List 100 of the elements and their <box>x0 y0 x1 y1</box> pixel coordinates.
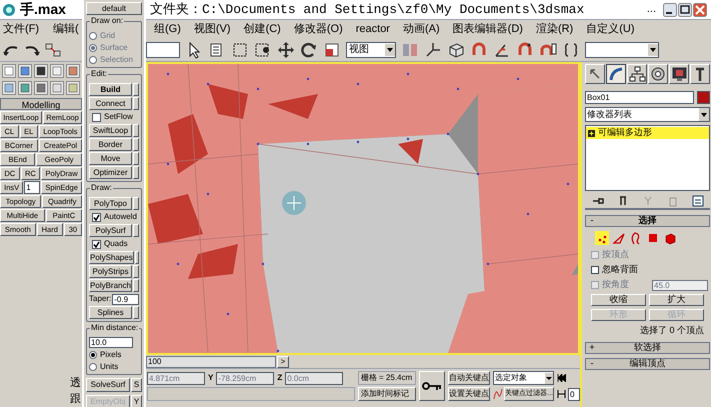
rollout-header[interactable]: Modelling <box>0 98 82 110</box>
minimize-icon[interactable] <box>663 2 677 16</box>
checkbox[interactable] <box>92 112 101 122</box>
checkbox[interactable] <box>591 266 599 274</box>
option-toggle[interactable] <box>133 265 139 278</box>
object-color-swatch[interactable] <box>697 90 710 104</box>
rollout-header[interactable]: + 软选择 <box>585 342 710 354</box>
option-toggle[interactable] <box>134 251 139 264</box>
spinner-field[interactable]: 10.0 <box>89 337 133 348</box>
object-name-field[interactable]: Box01 <box>585 90 694 104</box>
stack-item[interactable]: 可编辑多边形 <box>586 127 709 139</box>
spinner-field[interactable]: -0.9 <box>112 294 139 304</box>
option-toggle[interactable] <box>133 97 139 110</box>
option-label: Grid <box>100 30 116 42</box>
preset-button[interactable]: default <box>86 2 142 15</box>
arrow-tab-icon[interactable] <box>585 64 605 84</box>
menu-item[interactable]: reactor <box>356 20 390 38</box>
add-time-tag-button[interactable]: 添加时间标记 <box>358 387 416 401</box>
curve-tab-icon[interactable] <box>606 64 626 84</box>
tool-button[interactable]: Border <box>89 138 132 151</box>
dashed-circle-square-icon[interactable] <box>254 40 272 58</box>
dashed-square-icon[interactable] <box>231 40 249 58</box>
configure-icon[interactable] <box>692 195 704 207</box>
checkbox[interactable] <box>92 240 101 248</box>
menu-item[interactable]: 动画(A) <box>402 20 440 38</box>
menu-item[interactable]: 自定义(U) <box>586 20 634 38</box>
cube-icon[interactable] <box>663 231 677 245</box>
tool-button[interactable]: Move <box>89 152 132 165</box>
option-toggle[interactable] <box>133 152 139 165</box>
option-toggle[interactable] <box>133 197 139 210</box>
tool-button[interactable]: PolySurf <box>89 224 132 237</box>
box-icon[interactable] <box>447 40 465 58</box>
go-to-start-icon[interactable] <box>557 374 566 382</box>
vertex-dots-icon[interactable] <box>595 231 609 245</box>
tool-button[interactable]: Splines <box>89 306 132 319</box>
hammer-tab-icon[interactable] <box>690 64 710 84</box>
tool-button[interactable]: Optimizer <box>89 166 132 179</box>
tool-button[interactable]: PolyShapes <box>89 251 134 264</box>
expand-icon[interactable] <box>588 130 595 136</box>
tool-button[interactable]: Build <box>89 83 132 96</box>
rollout-header[interactable]: - 编辑顶点 <box>585 358 710 370</box>
spinner-field[interactable]: 1 <box>24 181 40 194</box>
menu-item[interactable]: 编辑( <box>52 20 80 38</box>
option-toggle[interactable] <box>133 138 139 151</box>
tool-icon[interactable] <box>18 64 32 78</box>
tool-button[interactable]: Connect <box>89 97 132 110</box>
option-toggle[interactable] <box>133 83 139 96</box>
view-dropdown[interactable]: 视图 <box>346 42 396 58</box>
menu-item[interactable]: 修改器(O) <box>294 20 343 38</box>
option-toggle[interactable] <box>133 306 139 319</box>
selection-button[interactable]: 收缩 <box>591 294 646 306</box>
tool-button[interactable]: PolyBranch <box>89 279 132 292</box>
menu-item[interactable]: 组(G) <box>154 20 181 38</box>
dropdown-field[interactable] <box>146 42 180 58</box>
tool-button[interactable]: PolyTopo <box>89 197 132 210</box>
checkbox[interactable] <box>92 212 101 222</box>
curve-icon <box>493 388 504 400</box>
menu-item[interactable]: 创建(C) <box>244 20 281 38</box>
tool-button[interactable]: PolyStrips <box>89 265 132 278</box>
selection-button[interactable]: 扩大 <box>649 294 704 306</box>
tool-button[interactable]: S <box>131 378 142 392</box>
pin-icon[interactable] <box>592 195 604 207</box>
maximize-icon[interactable] <box>678 2 692 16</box>
option-toggle[interactable] <box>133 279 139 292</box>
radio-button[interactable] <box>89 350 97 358</box>
hierarchy-tab-icon[interactable] <box>627 64 647 84</box>
next-button[interactable]: > <box>277 356 289 368</box>
scale-icon[interactable] <box>323 40 341 58</box>
rollout-header[interactable]: - 选择 <box>585 215 710 227</box>
tool-icon[interactable] <box>34 81 48 95</box>
square-icon[interactable] <box>646 231 660 245</box>
tool-button[interactable]: SwiftLoop <box>89 124 132 137</box>
braces-icon[interactable] <box>562 40 580 58</box>
tool-button[interactable]: SolveSurf <box>86 378 130 392</box>
move-arrows-icon[interactable] <box>277 40 295 58</box>
key-mode-dropdown[interactable]: 选定对象 <box>493 371 554 385</box>
rotate-icon[interactable] <box>300 40 318 58</box>
option-toggle[interactable] <box>133 166 139 179</box>
axis-icon[interactable] <box>424 40 442 58</box>
selection-set-dropdown[interactable] <box>585 42 659 58</box>
modifier-list-dropdown[interactable]: 修改器列表 <box>585 107 710 122</box>
edge-icon[interactable] <box>612 231 626 245</box>
menu-item[interactable]: 视图(V) <box>194 20 231 38</box>
wheel-tab-icon[interactable] <box>648 64 668 84</box>
radio-button[interactable] <box>89 362 97 370</box>
set-key-button[interactable]: 设置关键点 <box>448 387 490 401</box>
menu-item[interactable]: 渲染(R) <box>536 20 574 38</box>
menu-item[interactable]: 文件(F) <box>2 20 40 38</box>
key-button[interactable] <box>418 371 446 401</box>
key-mode-icon[interactable] <box>557 390 566 398</box>
option-toggle[interactable] <box>133 224 139 237</box>
tool-icon[interactable] <box>34 64 48 78</box>
link-icon[interactable] <box>44 42 62 58</box>
option-toggle[interactable] <box>133 124 139 137</box>
menu-item[interactable]: 图表编辑器(D) <box>452 20 523 38</box>
monitor-tab-icon[interactable] <box>669 64 689 84</box>
close-icon[interactable] <box>693 2 707 16</box>
auto-key-button[interactable]: 自动关键点 <box>448 371 490 385</box>
frame-field[interactable]: 0 <box>568 388 580 400</box>
checkbox-label: 按顶点 <box>602 248 629 262</box>
